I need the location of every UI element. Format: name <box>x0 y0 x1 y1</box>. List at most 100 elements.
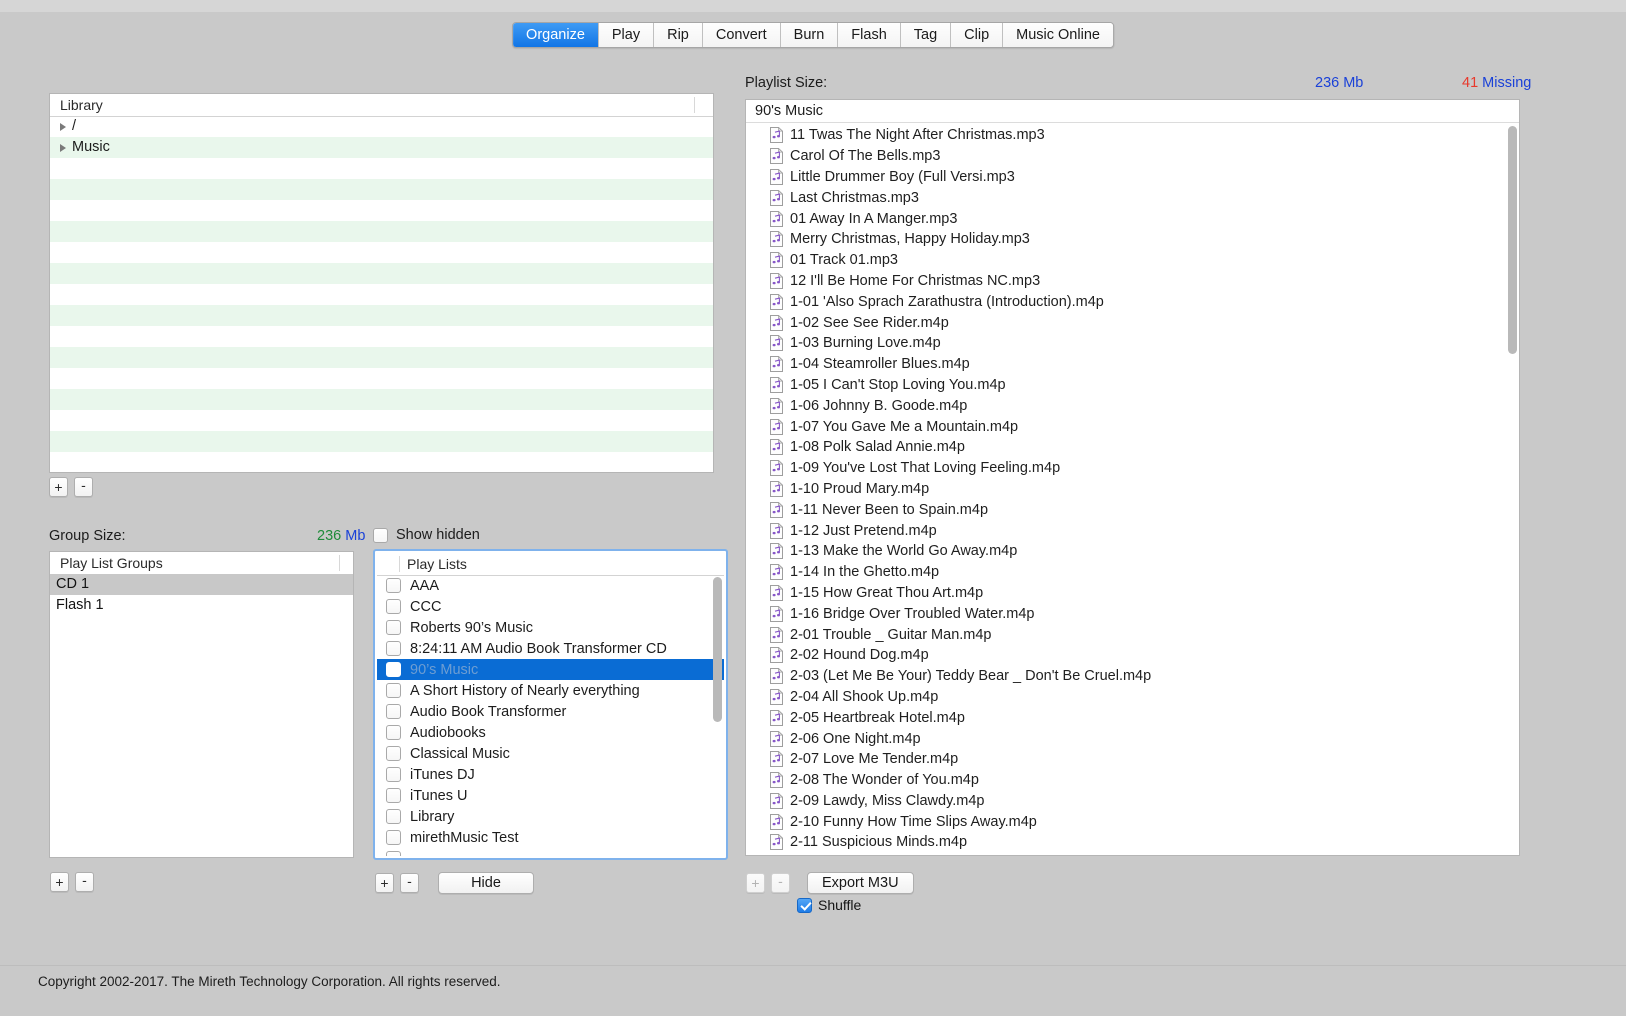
track-row[interactable]: 2-11 Suspicious Minds.m4p <box>746 832 1519 853</box>
tab-tag[interactable]: Tag <box>901 23 951 47</box>
track-row[interactable]: 1-07 You Gave Me a Mountain.m4p <box>746 416 1519 437</box>
track-row[interactable]: 2-01 Trouble _ Guitar Man.m4p <box>746 624 1519 645</box>
playlist-item-checkbox[interactable] <box>386 662 401 677</box>
playlist-item[interactable]: A Short History of Nearly everything <box>377 680 724 701</box>
playlist-item[interactable]: 90’s Music <box>377 659 724 680</box>
playlist-item[interactable]: Roberts 90’s Music <box>377 617 724 638</box>
track-row[interactable]: 1-09 You've Lost That Loving Feeling.m4p <box>746 458 1519 479</box>
track-row[interactable]: Merry Christmas, Happy Holiday.mp3 <box>746 229 1519 250</box>
track-row[interactable]: 1-13 Make the World Go Away.m4p <box>746 541 1519 562</box>
track-row[interactable]: 1-10 Proud Mary.m4p <box>746 479 1519 500</box>
playlist-item[interactable]: AAA <box>377 575 724 596</box>
playlist-item[interactable]: Audiobooks <box>377 722 724 743</box>
playlist-item-checkbox[interactable] <box>386 809 401 824</box>
playlist-groups-list[interactable]: CD 1Flash 1 <box>50 574 353 857</box>
playlist-item-checkbox[interactable] <box>386 851 401 856</box>
track-row[interactable]: 2-05 Heartbreak Hotel.m4p <box>746 707 1519 728</box>
playlist-item-checkbox[interactable] <box>386 683 401 698</box>
track-row[interactable]: 2-10 Funny How Time Slips Away.m4p <box>746 811 1519 832</box>
track-row[interactable]: 1-03 Burning Love.m4p <box>746 333 1519 354</box>
track-add-button[interactable]: + <box>746 873 765 893</box>
show-hidden-row[interactable]: Show hidden <box>373 527 480 543</box>
playlist-item-checkbox[interactable] <box>386 725 401 740</box>
playlist-item[interactable]: Library <box>377 806 724 827</box>
playlist-group-item[interactable]: CD 1 <box>50 574 353 595</box>
playlists-scroll-thumb[interactable] <box>713 577 722 722</box>
show-hidden-checkbox[interactable] <box>373 528 388 543</box>
shuffle-checkbox[interactable] <box>797 898 812 913</box>
track-row[interactable]: Last Christmas.mp3 <box>746 187 1519 208</box>
mode-tab-bar[interactable]: OrganizePlayRipConvertBurnFlashTagClipMu… <box>512 22 1114 48</box>
library-add-button[interactable]: + <box>49 477 68 497</box>
library-tree[interactable]: /Music <box>50 116 713 472</box>
track-row[interactable]: 1-02 See See Rider.m4p <box>746 312 1519 333</box>
tab-flash[interactable]: Flash <box>838 23 900 47</box>
track-row[interactable]: Carol Of The Bells.mp3 <box>746 146 1519 167</box>
track-row[interactable]: 2-07 Love Me Tender.m4p <box>746 749 1519 770</box>
playlist-tracks-list[interactable]: 11 Twas The Night After Christmas.mp3Car… <box>746 123 1519 855</box>
disclosure-triangle-icon[interactable] <box>60 123 66 131</box>
track-row[interactable]: 2-06 One Night.m4p <box>746 728 1519 749</box>
track-row[interactable]: 1-01 'Also Sprach Zarathustra (Introduct… <box>746 291 1519 312</box>
library-remove-button[interactable]: - <box>74 477 93 497</box>
track-row[interactable]: 01 Track 01.mp3 <box>746 250 1519 271</box>
hide-button[interactable]: Hide <box>438 872 534 894</box>
playlists-scrollbar[interactable] <box>713 577 722 852</box>
playlist-item-checkbox[interactable] <box>386 620 401 635</box>
playlist-item-checkbox[interactable] <box>386 641 401 656</box>
track-row[interactable]: 2-02 Hound Dog.m4p <box>746 645 1519 666</box>
playlist-item-checkbox[interactable] <box>386 599 401 614</box>
tab-convert[interactable]: Convert <box>703 23 781 47</box>
track-row[interactable]: 11 Twas The Night After Christmas.mp3 <box>746 125 1519 146</box>
tracks-scroll-thumb[interactable] <box>1508 126 1517 354</box>
playlist-add-button[interactable]: + <box>375 873 394 893</box>
playlist-item-checkbox[interactable] <box>386 578 401 593</box>
track-row[interactable]: 01 Away In A Manger.mp3 <box>746 208 1519 229</box>
track-row[interactable]: 1-15 How Great Thou Art.m4p <box>746 583 1519 604</box>
shuffle-row[interactable]: Shuffle <box>797 897 861 913</box>
playlist-item-checkbox[interactable] <box>386 830 401 845</box>
playlist-item[interactable]: iTunes U <box>377 785 724 806</box>
library-tree-item[interactable]: / <box>50 116 713 137</box>
playlist-item-partial[interactable] <box>377 848 724 856</box>
tab-music-online[interactable]: Music Online <box>1003 23 1113 47</box>
playlist-item-checkbox[interactable] <box>386 746 401 761</box>
track-row[interactable]: 2-08 The Wonder of You.m4p <box>746 770 1519 791</box>
tab-play[interactable]: Play <box>599 23 654 47</box>
track-row[interactable]: 1-16 Bridge Over Troubled Water.m4p <box>746 603 1519 624</box>
track-row[interactable]: 1-06 Johnny B. Goode.m4p <box>746 395 1519 416</box>
track-row[interactable]: 1-08 Polk Salad Annie.m4p <box>746 437 1519 458</box>
tab-organize[interactable]: Organize <box>513 23 599 47</box>
playlist-item[interactable]: Classical Music <box>377 743 724 764</box>
playlist-remove-button[interactable]: - <box>400 873 419 893</box>
playlist-item-checkbox[interactable] <box>386 767 401 782</box>
track-row[interactable]: 12 I'll Be Home For Christmas NC.mp3 <box>746 271 1519 292</box>
track-row[interactable]: 2-09 Lawdy, Miss Clawdy.m4p <box>746 791 1519 812</box>
group-remove-button[interactable]: - <box>75 872 94 892</box>
playlist-item[interactable]: mirethMusic Test <box>377 827 724 848</box>
track-row[interactable]: 1-14 In the Ghetto.m4p <box>746 562 1519 583</box>
export-m3u-button[interactable]: Export M3U <box>807 872 914 894</box>
tracks-scrollbar[interactable] <box>1508 126 1517 849</box>
track-row[interactable]: 2-04 All Shook Up.m4p <box>746 687 1519 708</box>
playlist-item[interactable]: iTunes DJ <box>377 764 724 785</box>
track-row[interactable]: Little Drummer Boy (Full Versi.mp3 <box>746 167 1519 188</box>
tab-clip[interactable]: Clip <box>951 23 1003 47</box>
playlists-list[interactable]: AAACCCRoberts 90’s Music8:24:11 AM Audio… <box>377 575 724 856</box>
track-row[interactable]: 1-04 Steamroller Blues.m4p <box>746 354 1519 375</box>
playlist-item[interactable]: 8:24:11 AM Audio Book Transformer CD <box>377 638 724 659</box>
track-row[interactable]: 2-03 (Let Me Be Your) Teddy Bear _ Don't… <box>746 666 1519 687</box>
library-tree-item[interactable]: Music <box>50 137 713 158</box>
disclosure-triangle-icon[interactable] <box>60 144 66 152</box>
track-row[interactable]: 1-05 I Can't Stop Loving You.m4p <box>746 375 1519 396</box>
group-add-button[interactable]: + <box>50 872 69 892</box>
track-row[interactable]: 1-11 Never Been to Spain.m4p <box>746 499 1519 520</box>
playlist-item[interactable]: Audio Book Transformer <box>377 701 724 722</box>
track-row[interactable]: 1-12 Just Pretend.m4p <box>746 520 1519 541</box>
playlist-item[interactable]: CCC <box>377 596 724 617</box>
playlist-item-checkbox[interactable] <box>386 704 401 719</box>
tab-rip[interactable]: Rip <box>654 23 703 47</box>
playlist-item-checkbox[interactable] <box>386 788 401 803</box>
tab-burn[interactable]: Burn <box>781 23 839 47</box>
track-remove-button[interactable]: - <box>771 873 790 893</box>
